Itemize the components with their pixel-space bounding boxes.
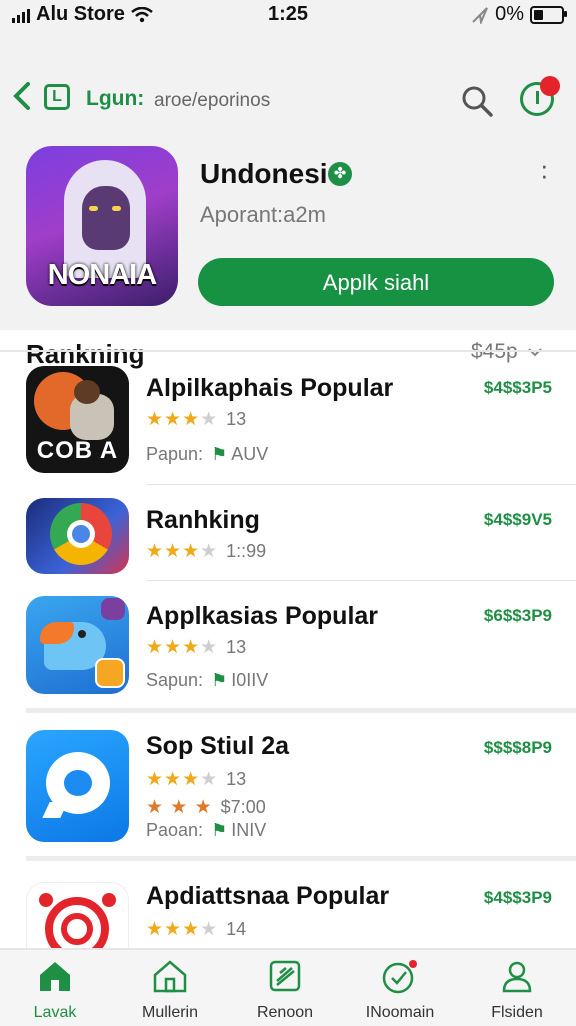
store-logo-icon: L <box>44 84 70 110</box>
tab-mullerin[interactable]: Mullerin <box>115 956 225 1022</box>
featured-app-icon-text: NONAIA <box>47 259 157 291</box>
tab-label: Flsiden <box>491 1004 543 1021</box>
rating-stars: ★★★★ 1::99 <box>146 541 267 562</box>
rating-stars: ★★★★ 14 <box>146 919 247 940</box>
row-divider <box>146 484 576 485</box>
app-icon-text: COB A <box>36 437 119 464</box>
app-icon <box>26 882 129 948</box>
tab-inoomain[interactable]: INoomain <box>345 956 455 1022</box>
battery-icon <box>530 5 567 24</box>
app-price: $6$$3P9 <box>483 606 552 625</box>
rating-stars: ★★★★ 13 <box>146 637 247 658</box>
document-icon <box>230 956 340 996</box>
verified-icon: ✤ <box>328 162 352 186</box>
chevron-down-icon <box>528 348 542 357</box>
app-meta: Papun: ⚑ AUV <box>146 444 269 464</box>
list-item[interactable]: Applkasias Popular $6$$3P9 ★★★★ 13 Sapun:… <box>0 596 576 696</box>
app-icon <box>26 498 129 574</box>
app-title: Applkasias Popular <box>146 602 379 630</box>
install-button[interactable]: Applk siahl <box>198 258 554 306</box>
row-divider <box>146 580 576 581</box>
rating-count: 14 <box>226 919 247 939</box>
tab-label: Lavak <box>33 1004 77 1021</box>
notification-badge <box>540 76 560 96</box>
app-title: Apdiattsnaa Popular <box>146 882 390 910</box>
flag-icon: ⚑ <box>211 444 228 464</box>
rating-stars: ★★★★ 13 <box>146 769 247 790</box>
app-price: $$$$8P9 <box>483 738 552 757</box>
app-price: $4$$3P9 <box>483 888 552 907</box>
app-icon: COB A <box>26 366 129 473</box>
search-button[interactable] <box>460 84 494 123</box>
rating-stars: ★★★★ 13 <box>146 409 247 430</box>
ranking-filter-label: $45p <box>471 340 518 363</box>
featured-app-name: Undonesi <box>200 158 328 189</box>
rating-count: 13 <box>226 769 247 789</box>
house-outline-icon <box>115 956 225 996</box>
list-item[interactable]: Ranhking $4$$9V5 ★★★★ 1::99 <box>0 498 576 576</box>
back-button[interactable] <box>10 80 34 117</box>
rating-count: 13 <box>226 637 247 657</box>
app-price: $4$$3P5 <box>483 378 552 397</box>
person-icon <box>462 956 572 996</box>
search-icon <box>462 86 493 117</box>
tab-label: Renoon <box>256 1004 314 1021</box>
app-title: Sop Stiul 2a <box>146 732 290 760</box>
rating-count: 1::99 <box>226 541 267 561</box>
list-item[interactable]: COB A Alpilkaphais Popular $4$$3P5 ★★★★ 1… <box>0 366 576 476</box>
flag-icon: ⚑ <box>211 670 228 690</box>
status-right: 0% <box>471 3 567 26</box>
home-icon <box>0 956 110 996</box>
tab-label: INoomain <box>365 1004 435 1021</box>
app-header: L Lgun: aroe/eporinos NONAIA Undonesi ✤ … <box>0 30 576 369</box>
ranking-filter[interactable]: $45p <box>471 340 542 364</box>
app-price: $4$$9V5 <box>483 510 552 529</box>
app-icon <box>26 596 129 694</box>
heart-badge-icon <box>345 956 455 996</box>
section-divider <box>0 350 576 352</box>
profile-icon <box>536 91 539 104</box>
list-item[interactable]: Apdiattsnaa Popular $4$$3P9 ★★★★ 14 <box>0 878 576 948</box>
rating-secondary-text: $7:00 <box>220 797 266 817</box>
flag-icon: ⚑ <box>211 820 228 840</box>
app-icon <box>26 730 129 842</box>
location-icon <box>472 6 489 24</box>
tab-lavak[interactable]: Lavak <box>0 956 110 1022</box>
featured-app-subtitle: Aporant:a2m <box>200 202 326 227</box>
tab-renoon[interactable]: Renoon <box>230 956 340 1022</box>
nav-subtitle: aroe/eporinos <box>154 90 271 111</box>
section-divider <box>26 856 576 861</box>
list-item[interactable]: Sop Stiul 2a $$$$8P9 ★★★★ 13 ★ ★ ★ $7:00 P… <box>0 730 576 846</box>
app-title: Ranhking <box>146 506 260 534</box>
app-meta: Paoan: ⚑ INIV <box>146 820 267 840</box>
nav-title: Lgun: <box>86 87 145 110</box>
app-meta: Sapun: ⚑ I0IIV <box>146 670 269 690</box>
section-divider <box>26 708 576 713</box>
status-bar: Alu Store 1:25 0% <box>0 0 576 30</box>
featured-app-icon[interactable]: NONAIA <box>26 146 178 306</box>
chevron-left-icon <box>13 82 30 110</box>
more-options-icon[interactable]: · · <box>540 152 549 188</box>
tab-label: Mullerin <box>141 1004 198 1021</box>
tab-flsiden[interactable]: Flsiden <box>462 956 572 1022</box>
battery-percent: 0% <box>495 3 524 25</box>
rating-stars-secondary: ★ ★ ★ $7:00 <box>146 797 266 818</box>
bottom-tab-bar: Lavak Mullerin Renoon INoomain Flsiden <box>0 948 576 1026</box>
app-title: Alpilkaphais Popular <box>146 374 394 402</box>
rating-count: 13 <box>226 409 247 429</box>
